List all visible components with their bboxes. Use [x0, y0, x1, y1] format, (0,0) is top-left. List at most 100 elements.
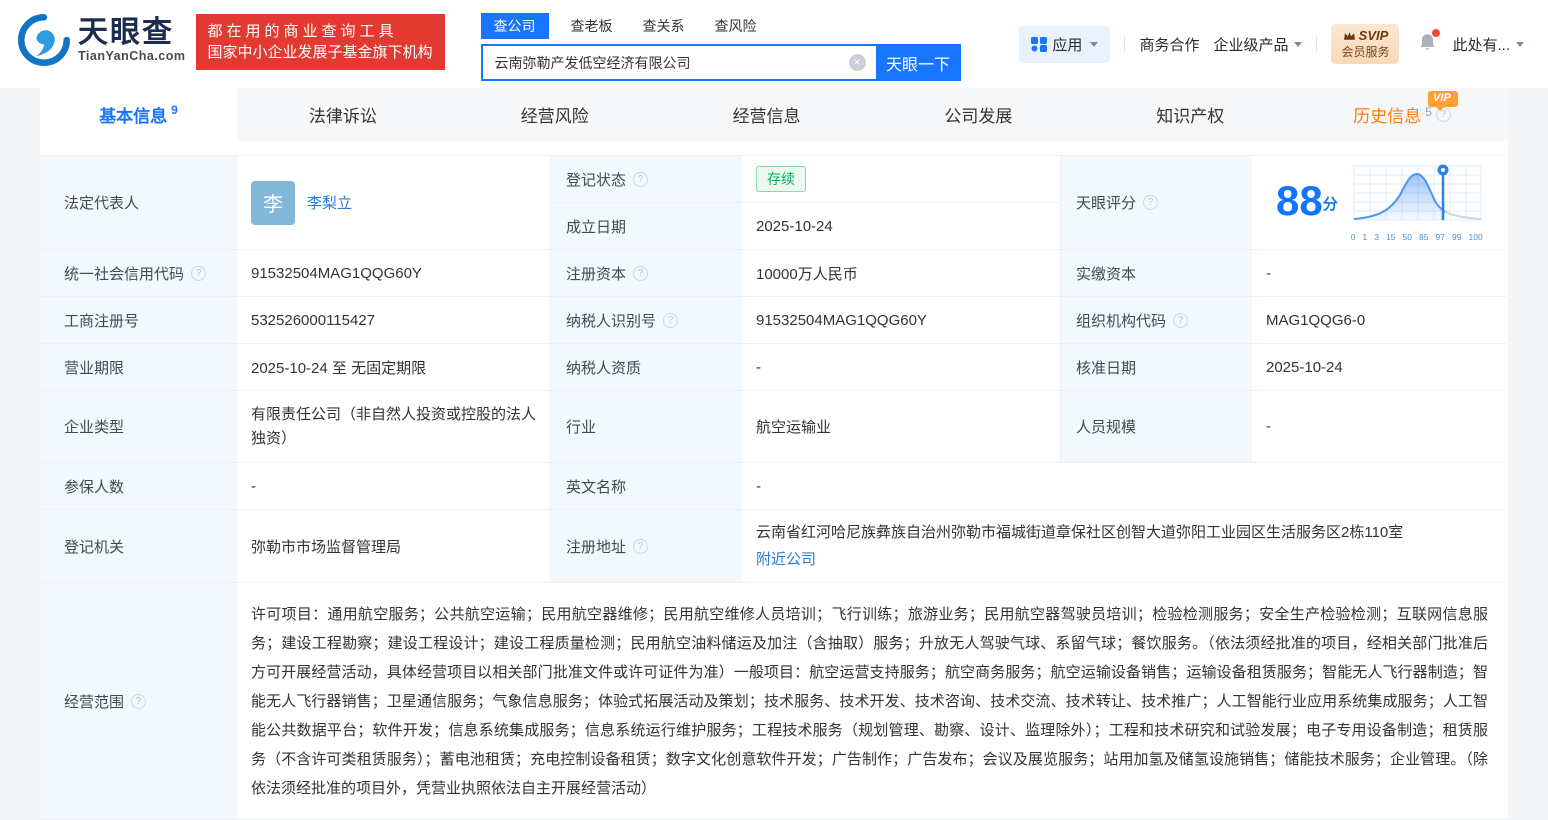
tab-lawsuit[interactable]: 法律诉讼	[237, 88, 449, 141]
approval-date-value: 2025-10-24	[1252, 343, 1506, 390]
tab-history[interactable]: 历史信息 5? VIP	[1296, 88, 1508, 141]
logo[interactable]: 天眼查 TianYanCha.com	[18, 14, 186, 66]
nearby-companies-link[interactable]: 附近公司	[756, 548, 816, 572]
search-tab-relation[interactable]: 查关系	[643, 13, 685, 39]
search-input[interactable]	[480, 44, 876, 81]
tab-label: 历史信息	[1353, 107, 1422, 126]
basic-info-panel: 法定代表人 李 李梨立 登记状态? 存续 成立日期 2025-10-24 天眼评…	[40, 141, 1508, 820]
score-axis-ticks: 0 1 3 15 50 85 97 99 100	[1350, 232, 1484, 242]
reg-authority-label: 登记机关	[40, 509, 237, 582]
tab-operating-info[interactable]: 经营信息	[661, 88, 873, 141]
score-number: 88	[1276, 176, 1323, 224]
score-tick: 100	[1468, 232, 1483, 242]
tab-intellectual-property[interactable]: 知识产权	[1084, 88, 1296, 141]
industry-label: 行业	[550, 390, 742, 462]
tab-development[interactable]: 公司发展	[872, 88, 1084, 141]
score-tick: 97	[1435, 232, 1445, 242]
member-service-label: 会员服务	[1341, 45, 1390, 59]
svip-member-button[interactable]: SVIP 会员服务	[1331, 24, 1400, 64]
question-icon[interactable]: ?	[1173, 312, 1189, 328]
question-icon[interactable]: ?	[633, 171, 649, 187]
insured-label: 参保人数	[40, 462, 237, 509]
tianyancha-logo-icon	[18, 14, 70, 66]
score-tick: 85	[1419, 232, 1429, 242]
slogan-line1: 都在用的商业查询工具	[207, 23, 398, 40]
reg-number-label: 工商注册号	[40, 296, 237, 343]
question-icon[interactable]: ?	[1143, 195, 1159, 210]
svip-label: SVIP	[1358, 28, 1389, 43]
org-code-value: MAG1QQG6-0	[1252, 296, 1506, 343]
business-term-value: 2025-10-24 至 无固定期限	[237, 343, 550, 390]
score-tick: 1	[1362, 232, 1368, 242]
question-icon[interactable]: ?	[633, 265, 649, 281]
question-icon[interactable]: ?	[131, 693, 147, 709]
tab-basic[interactable]: 基本信息 9	[40, 88, 237, 141]
approval-date-label: 核准日期	[1060, 343, 1252, 390]
legal-rep-label: 法定代表人	[40, 156, 237, 249]
business-scope-value: 许可项目：通用航空服务；公共航空运输；民用航空器维修；民用航空维修人员培训；飞行…	[237, 582, 1506, 819]
tab-label: 法律诉讼	[308, 107, 377, 126]
tab-label: 经营风险	[520, 107, 589, 126]
user-menu[interactable]: 此处有...	[1452, 34, 1524, 55]
score-tick: 50	[1402, 232, 1412, 242]
question-icon[interactable]: ?	[191, 265, 207, 281]
taxpayer-quality-label: 纳税人资质	[550, 343, 742, 390]
apps-grid-icon	[1031, 36, 1047, 52]
chevron-down-icon	[1294, 41, 1303, 47]
score-tick: 0	[1350, 232, 1356, 242]
apps-menu[interactable]: 应用	[1019, 25, 1111, 63]
legal-rep-link[interactable]: 李梨立	[307, 192, 352, 213]
notification-bell-icon[interactable]	[1417, 28, 1441, 57]
score-tick: 99	[1452, 232, 1462, 242]
staff-size-value: -	[1252, 390, 1506, 462]
avatar[interactable]: 李	[251, 180, 295, 225]
reg-address-label: 注册地址?	[550, 509, 742, 582]
tab-label: 基本信息	[99, 107, 168, 126]
search-button[interactable]: 天眼一下	[875, 44, 961, 81]
clear-icon[interactable]: ×	[848, 54, 866, 71]
search-tabs: 查公司 查老板 查关系 查风险	[480, 13, 961, 39]
reg-address-text: 云南省红河哈尼族彝族自治州弥勒市福城街道章保社区创智大道弥阳工业园区生活服务区2…	[756, 523, 1404, 541]
search-tab-company[interactable]: 查公司	[480, 13, 549, 39]
company-info-table: 法定代表人 李 李梨立 登记状态? 存续 成立日期 2025-10-24 天眼评…	[40, 155, 1508, 820]
divider	[1316, 36, 1318, 52]
score-tick: 15	[1386, 232, 1396, 242]
paid-capital-value: -	[1252, 249, 1506, 296]
company-type-label: 企业类型	[40, 390, 237, 462]
crown-icon	[1343, 32, 1355, 40]
question-icon[interactable]: ?	[633, 538, 649, 554]
reg-capital-label: 注册资本?	[550, 249, 742, 296]
status-badge: 存续	[756, 166, 806, 192]
company-type-value: 有限责任公司（非自然人投资或控股的法人独资）	[237, 390, 550, 462]
reg-authority-value: 弥勒市市场监督管理局	[237, 509, 550, 582]
notification-dot	[1432, 28, 1441, 37]
apps-label: 应用	[1052, 36, 1083, 54]
english-name-label: 英文名称	[550, 462, 742, 509]
slogan-badge: 都在用的商业查询工具 国家中小企业发展子基金旗下机构	[195, 14, 445, 70]
user-label: 此处有...	[1452, 36, 1510, 54]
enterprise-products-menu[interactable]: 企业级产品	[1213, 34, 1303, 55]
taxpayer-id-value: 91532504MAG1QQG60Y	[742, 296, 1060, 343]
org-code-label: 组织机构代码?	[1060, 296, 1252, 343]
tab-count-badge: 9	[171, 102, 178, 117]
search-tab-boss[interactable]: 查老板	[571, 13, 613, 39]
establish-date-value: 2025-10-24	[742, 202, 1060, 249]
industry-value: 航空运输业	[742, 390, 1060, 462]
biz-cooperation-link[interactable]: 商务合作	[1139, 34, 1199, 55]
legal-rep-value: 李 李梨立	[237, 156, 550, 249]
logo-title: 天眼查	[78, 16, 174, 49]
uscc-value: 91532504MAG1QQG60Y	[237, 249, 550, 296]
logo-domain: TianYanCha.com	[78, 49, 186, 63]
tab-label: 经营信息	[732, 107, 801, 126]
establish-date-label: 成立日期	[550, 202, 742, 249]
question-icon[interactable]: ?	[663, 312, 679, 328]
uscc-label: 统一社会信用代码?	[40, 249, 237, 296]
section-tabbar: 基本信息 9 法律诉讼 经营风险 经营信息 公司发展 知识产权 历史信息 5? VIP	[40, 88, 1508, 141]
business-scope-label: 经营范围?	[40, 582, 237, 819]
tab-label: 公司发展	[944, 107, 1013, 126]
score-value[interactable]: 88分 0 1 3 15 50 85 97 99 100	[1252, 156, 1506, 249]
search-tab-risk[interactable]: 查风险	[715, 13, 757, 39]
insured-value: -	[237, 462, 550, 509]
score-distribution-chart: 0 1 3 15 50 85 97 99 100	[1350, 163, 1484, 242]
tab-operating-risk[interactable]: 经营风险	[449, 88, 661, 141]
